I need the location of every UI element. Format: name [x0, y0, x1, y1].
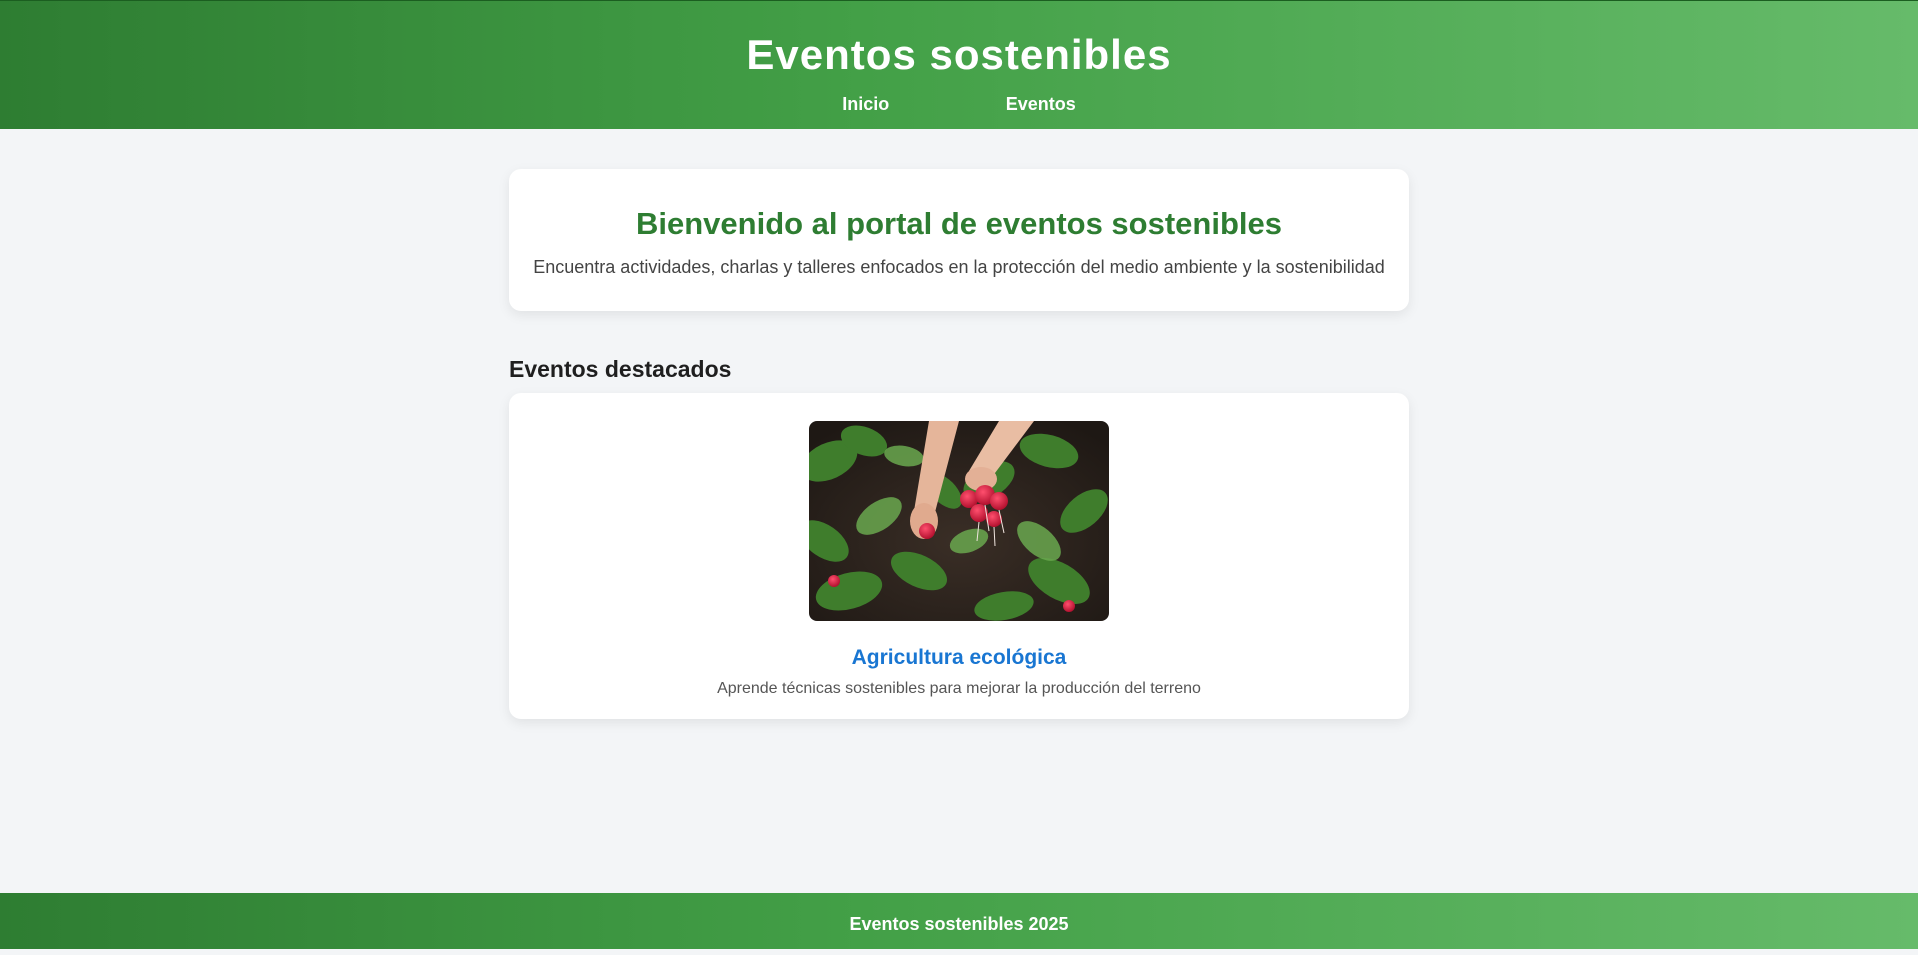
event-title[interactable]: Agricultura ecológica [509, 645, 1409, 671]
nav-link-eventos[interactable]: Eventos [1006, 94, 1076, 114]
event-image[interactable] [809, 421, 1109, 621]
featured-section-title: Eventos destacados [509, 356, 732, 382]
welcome-subtitle: Encuentra actividades, charlas y tallere… [533, 257, 1385, 277]
main-content: Bienvenido al portal de eventos sostenib… [509, 169, 1409, 719]
site-header: Eventos sostenibles Inicio Eventos [0, 0, 1918, 129]
site-footer: Eventos sostenibles 2025 [0, 893, 1918, 949]
main-nav: Inicio Eventos [0, 93, 1918, 117]
event-card[interactable]: Agricultura ecológica Aprende técnicas s… [509, 393, 1409, 719]
welcome-title: Bienvenido al portal de eventos sostenib… [635, 206, 1282, 241]
footer-text: Eventos sostenibles 2025 [849, 914, 1069, 934]
event-description: Aprende técnicas sostenibles para mejora… [717, 680, 1201, 697]
site-title: Eventos sostenibles [746, 31, 1172, 78]
welcome-card: Bienvenido al portal de eventos sostenib… [509, 169, 1409, 311]
nav-link-inicio[interactable]: Inicio [842, 94, 889, 114]
